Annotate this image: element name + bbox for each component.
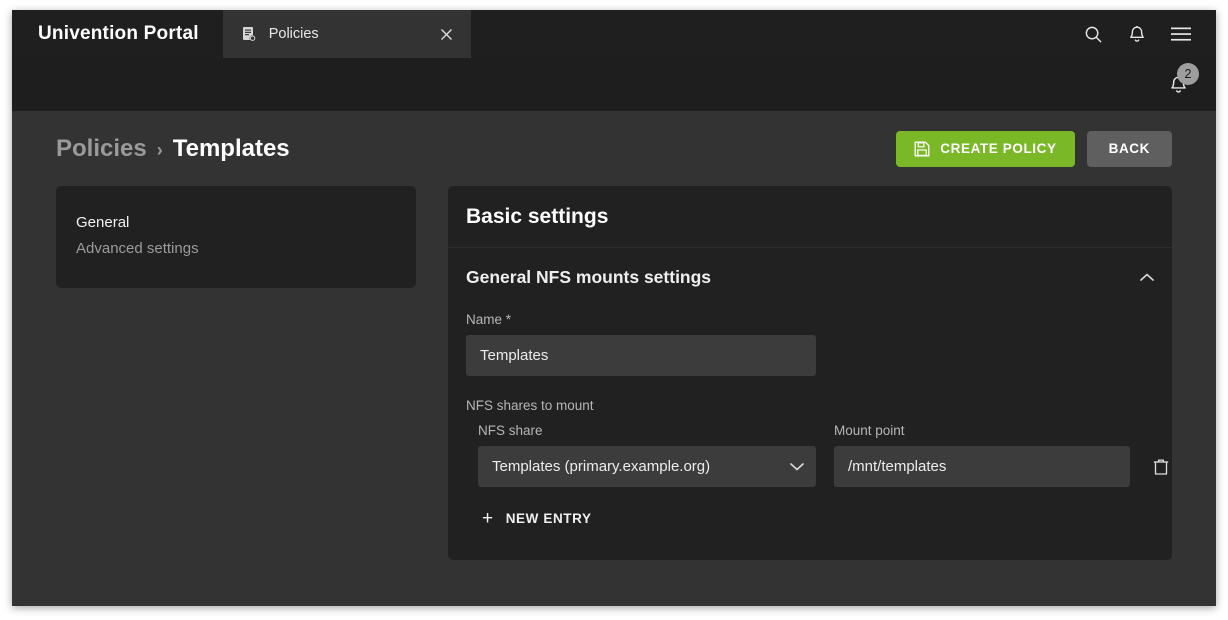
search-icon[interactable]	[1082, 23, 1104, 45]
nfs-mounts-section-header[interactable]: General NFS mounts settings	[448, 248, 1172, 306]
tab-label: Policies	[268, 26, 319, 42]
page-content: Policies › Templates CREATE POLICY BACK …	[12, 111, 1216, 560]
top-bar-actions	[1082, 10, 1216, 58]
name-field-label: Name *	[466, 312, 512, 327]
breadcrumb: Policies › Templates	[56, 135, 290, 163]
notification-bell-button[interactable]: 2	[1164, 62, 1199, 99]
page-body: General Advanced settings Basic settings…	[36, 186, 1192, 560]
tab-policies[interactable]: Policies	[222, 10, 471, 58]
name-input[interactable]	[466, 335, 816, 376]
breadcrumb-separator-icon: ›	[156, 139, 163, 160]
nfs-mounts-section-title: General NFS mounts settings	[466, 266, 712, 287]
nfs-shares-group-label: NFS shares to mount	[466, 398, 594, 413]
back-button[interactable]: BACK	[1086, 130, 1172, 167]
tab-strip: Policies	[222, 10, 471, 58]
create-policy-label: CREATE POLICY	[940, 141, 1057, 156]
nfs-share-select[interactable]: Templates (primary.example.org)	[478, 446, 816, 487]
mount-point-column: Mount point	[834, 423, 1130, 487]
new-entry-label: NEW ENTRY	[505, 511, 592, 526]
nfs-share-column: NFS share Templates (primary.example.org…	[478, 423, 816, 487]
breadcrumb-policies-link[interactable]: Policies	[56, 135, 147, 163]
brand-title: Univention Portal	[38, 23, 199, 44]
nfs-share-select-value: Templates (primary.example.org)	[492, 458, 711, 475]
chevron-up-icon[interactable]	[1140, 273, 1154, 282]
settings-nav-card: General Advanced settings	[56, 186, 416, 288]
new-entry-button[interactable]: + NEW ENTRY	[478, 505, 596, 532]
nfs-share-column-label: NFS share	[478, 423, 543, 438]
back-label: BACK	[1108, 141, 1150, 156]
trash-icon[interactable]	[1148, 446, 1172, 487]
mount-point-input[interactable]	[834, 446, 1130, 487]
page-header: Policies › Templates CREATE POLICY BACK	[36, 111, 1192, 186]
nfs-mounts-section-body: Name * NFS shares to mount NFS share Tem…	[448, 306, 1172, 560]
bell-icon[interactable]	[1126, 23, 1148, 45]
chevron-down-icon	[790, 462, 804, 471]
name-field-group: Name *	[466, 312, 816, 376]
save-disk-icon	[914, 141, 930, 157]
page-header-actions: CREATE POLICY BACK	[896, 130, 1172, 167]
basic-settings-card: Basic settings General NFS mounts settin…	[448, 186, 1172, 560]
nfs-shares-entry-area: NFS share Templates (primary.example.org…	[466, 423, 1169, 532]
plus-icon: +	[482, 508, 494, 529]
notification-badge-count: 2	[1177, 62, 1199, 85]
nfs-share-entry-row: NFS share Templates (primary.example.org…	[478, 423, 1169, 487]
sidebar-item-general[interactable]: General	[76, 210, 396, 236]
document-policy-icon	[241, 26, 257, 42]
app-notification-bar: 2	[12, 58, 1216, 111]
sidebar-item-advanced-settings[interactable]: Advanced settings	[76, 236, 396, 262]
basic-settings-title: Basic settings	[466, 204, 609, 228]
mount-point-column-label: Mount point	[834, 423, 905, 438]
page-title: Templates	[172, 134, 290, 162]
close-icon[interactable]	[437, 24, 457, 44]
browser-top-bar: Univention Portal Policies	[12, 10, 1216, 58]
browser-window: Univention Portal Policies 2 Policies › …	[12, 10, 1216, 606]
basic-settings-header: Basic settings	[448, 186, 1172, 248]
hamburger-menu-icon[interactable]	[1170, 23, 1192, 45]
create-policy-button[interactable]: CREATE POLICY	[896, 130, 1075, 167]
